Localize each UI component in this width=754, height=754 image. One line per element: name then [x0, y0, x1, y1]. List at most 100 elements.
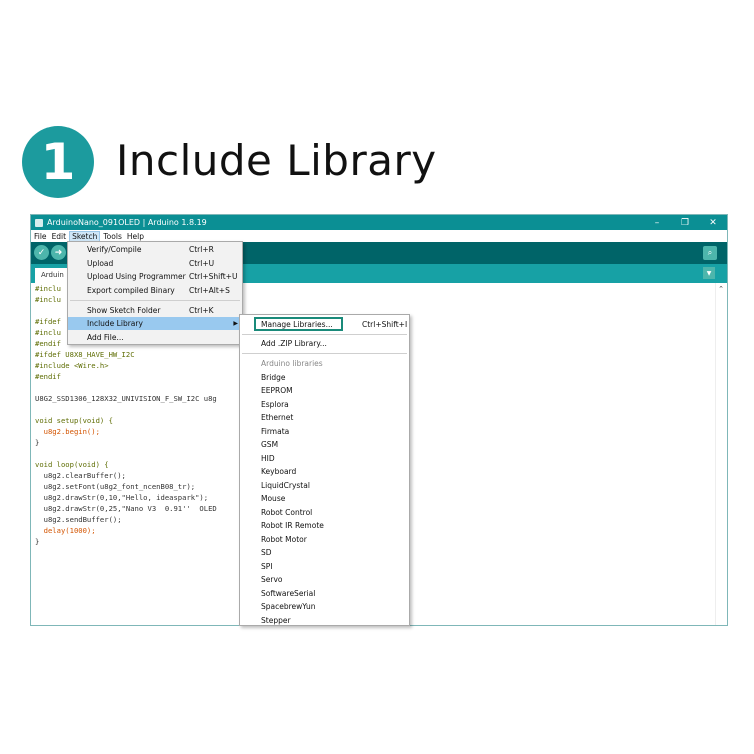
close-button[interactable]: ✕: [699, 218, 727, 228]
code-line: }: [35, 537, 40, 546]
editor-scrollbar[interactable]: [715, 283, 727, 625]
window-title: ArduinoNano_091OLED | Arduino 1.8.19: [47, 218, 207, 227]
include-library-submenu: Manage Libraries... Ctrl+Shift+I Add .ZI…: [239, 314, 410, 626]
menu-item-shortcut: Ctrl+K: [189, 306, 214, 315]
list-item[interactable]: Servo: [240, 573, 409, 586]
library-name: Esplora: [261, 400, 289, 409]
code-line: #inclu: [35, 295, 61, 304]
menu-item-label: Upload Using Programmer: [87, 272, 186, 281]
menu-item-verify-compile[interactable]: Verify/Compile Ctrl+R: [68, 243, 242, 256]
menu-item-shortcut: Ctrl+R: [189, 245, 214, 254]
code-line: #include <Wire.h>: [35, 361, 109, 370]
menu-item-show-sketch-folder[interactable]: Show Sketch Folder Ctrl+K: [68, 304, 242, 317]
code-line: u8g2.clearBuffer();: [35, 471, 126, 480]
list-item[interactable]: Esplora: [240, 398, 409, 411]
serial-monitor-search-icon[interactable]: ⌕: [703, 246, 717, 260]
upload-arrow-icon[interactable]: ➜: [51, 245, 66, 260]
library-name: Bridge: [261, 373, 286, 382]
code-line: u8g2.sendBuffer();: [35, 515, 122, 524]
step-title: Include Library: [116, 136, 437, 185]
menu-item-include-library[interactable]: Include Library ▶: [68, 317, 242, 330]
library-name: SD: [261, 548, 272, 557]
menu-item-upload-programmer[interactable]: Upload Using Programmer Ctrl+Shift+U: [68, 270, 242, 283]
list-item[interactable]: Firmata: [240, 425, 409, 438]
library-name: SpacebrewYun: [261, 602, 316, 611]
library-name: SPI: [261, 562, 273, 571]
code-line: #inclu: [35, 284, 61, 293]
list-item[interactable]: EEPROM: [240, 384, 409, 397]
tab-menu-chevron-down-icon[interactable]: ▼: [703, 267, 715, 279]
menu-item-label: Add .ZIP Library...: [261, 339, 327, 348]
menu-item-add-zip-library[interactable]: Add .ZIP Library...: [240, 337, 409, 350]
library-name: Mouse: [261, 494, 286, 503]
library-name: Servo: [261, 575, 283, 584]
code-line: }: [35, 438, 40, 447]
library-name: Robot IR Remote: [261, 521, 324, 530]
menu-item-export-binary[interactable]: Export compiled Binary Ctrl+Alt+S: [68, 284, 242, 297]
list-item[interactable]: Robot Control: [240, 506, 409, 519]
code-line: u8g2.drawStr(0,10,"Hello, ideaspark");: [35, 493, 209, 502]
list-item[interactable]: Bridge: [240, 371, 409, 384]
menu-separator: [242, 334, 407, 335]
menu-item-shortcut: Ctrl+Shift+U: [189, 272, 238, 281]
code-line: #ifdef U8X8_HAVE_HW_I2C: [35, 350, 135, 359]
list-item[interactable]: SoftwareSerial: [240, 587, 409, 600]
menu-file[interactable]: File: [32, 232, 49, 241]
title-bar: ArduinoNano_091OLED | Arduino 1.8.19 – ❐…: [31, 215, 727, 230]
list-item[interactable]: Robot IR Remote: [240, 519, 409, 532]
library-name: HID: [261, 454, 275, 463]
menu-item-label: Verify/Compile: [87, 245, 142, 254]
menu-item-manage-libraries[interactable]: Manage Libraries... Ctrl+Shift+I: [240, 318, 409, 331]
menu-item-label: Export compiled Binary: [87, 286, 175, 295]
code-line: u8g2.drawStr(0,25,"Nano V3 0.91'' OLED: [35, 504, 217, 513]
menu-item-label: Manage Libraries...: [261, 320, 333, 329]
scroll-up-chevron-icon[interactable]: ⌃: [718, 285, 724, 293]
code-line: #endif: [35, 339, 61, 348]
list-item[interactable]: SpacebrewYun: [240, 600, 409, 613]
library-name: GSM: [261, 440, 279, 449]
code-line: #endif: [35, 372, 61, 381]
menu-item-shortcut: Ctrl+Alt+S: [189, 286, 230, 295]
arduino-libraries-section-label: Arduino libraries: [261, 359, 323, 368]
menu-edit[interactable]: Edit: [50, 232, 69, 241]
code-line: void loop(void) {: [35, 460, 109, 469]
list-item[interactable]: HID: [240, 452, 409, 465]
list-item[interactable]: SPI: [240, 560, 409, 573]
menu-item-add-file[interactable]: Add File...: [68, 331, 242, 344]
sketch-menu: Verify/Compile Ctrl+R Upload Ctrl+U Uplo…: [67, 241, 243, 345]
code-line: U8G2_SSD1306_128X32_UNIVISION_F_SW_I2C u…: [35, 394, 217, 403]
list-item[interactable]: Mouse: [240, 492, 409, 505]
tutorial-page: 1 Include Library ArduinoNano_091OLED | …: [0, 0, 754, 754]
menu-item-label: Show Sketch Folder: [87, 306, 161, 315]
list-item[interactable]: SD: [240, 546, 409, 559]
list-item[interactable]: Robot Motor: [240, 533, 409, 546]
maximize-button[interactable]: ❐: [671, 218, 699, 228]
minimize-button[interactable]: –: [643, 218, 671, 228]
code-line: #ifdef: [35, 317, 61, 326]
menu-sketch[interactable]: Sketch: [69, 230, 101, 242]
library-name: Robot Control: [261, 508, 313, 517]
list-item[interactable]: GSM: [240, 438, 409, 451]
library-name: Stepper: [261, 616, 291, 625]
code-line: u8g2.setFont(u8g2_font_ncenB08_tr);: [35, 482, 196, 491]
code-line: void setup(void) {: [35, 416, 113, 425]
library-name: Firmata: [261, 427, 290, 436]
menu-item-upload[interactable]: Upload Ctrl+U: [68, 257, 242, 270]
menu-tools[interactable]: Tools: [101, 232, 123, 241]
list-item[interactable]: LiquidCrystal: [240, 479, 409, 492]
submenu-arrow-icon: ▶: [233, 320, 238, 327]
library-name: LiquidCrystal: [261, 481, 310, 490]
library-name: Robot Motor: [261, 535, 307, 544]
code-line: delay(1000);: [35, 526, 96, 535]
menu-item-shortcut: Ctrl+Shift+I: [362, 320, 408, 329]
menu-item-label: Add File...: [87, 333, 124, 342]
list-item[interactable]: Keyboard: [240, 465, 409, 478]
library-name: EEPROM: [261, 386, 293, 395]
menu-help[interactable]: Help: [125, 232, 146, 241]
menu-item-label: Upload: [87, 259, 114, 268]
list-item[interactable]: Ethernet: [240, 411, 409, 424]
list-item[interactable]: Stepper: [240, 614, 409, 627]
code-line: u8g2.begin();: [35, 427, 100, 436]
step-number-badge: 1: [22, 126, 94, 198]
verify-check-icon[interactable]: ✓: [34, 245, 49, 260]
